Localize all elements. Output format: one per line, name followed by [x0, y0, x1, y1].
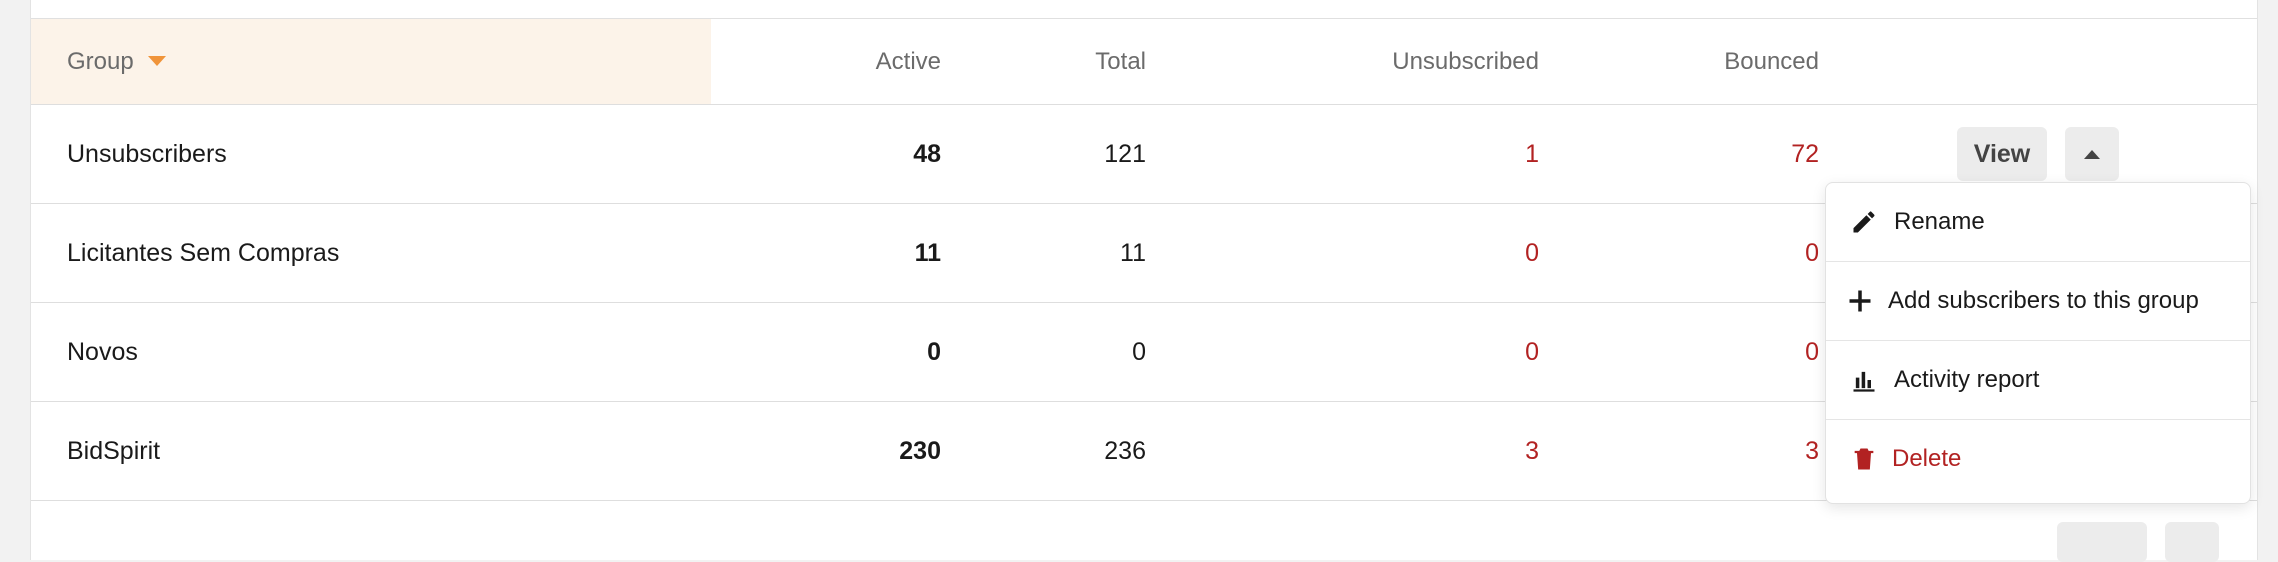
- active-count: 0: [927, 338, 941, 366]
- menu-item-label: Activity report: [1894, 366, 2040, 393]
- group-actions-menu: Rename Add subscribers to this group Act…: [1825, 182, 2251, 504]
- group-name[interactable]: Novos: [67, 303, 138, 401]
- group-name[interactable]: BidSpirit: [67, 402, 160, 500]
- unsubscribed-header[interactable]: Unsubscribed: [1146, 19, 1539, 104]
- menu-item-label: Rename: [1894, 208, 1985, 235]
- menu-item-rename[interactable]: Rename: [1826, 183, 2250, 262]
- sort-desc-icon[interactable]: [147, 55, 166, 66]
- menu-item-label: Delete: [1892, 445, 1962, 472]
- bounced-count: 3: [1805, 437, 1819, 465]
- plus-icon: [1849, 290, 1871, 312]
- total-header[interactable]: Total: [941, 19, 1146, 104]
- groups-panel: Group Active Total Unsubscribed Bounced …: [30, 0, 2258, 562]
- actions-toggle-next-row[interactable]: [2165, 522, 2219, 562]
- group-header-cell[interactable]: Group: [67, 19, 166, 104]
- bounced-header[interactable]: Bounced: [1539, 19, 1819, 104]
- view-button[interactable]: View: [1957, 127, 2047, 181]
- caret-up-icon: [2084, 149, 2100, 159]
- active-count: 11: [914, 239, 941, 267]
- group-name[interactable]: Licitantes Sem Compras: [67, 204, 339, 302]
- bounced-count: 0: [1805, 239, 1819, 267]
- group-column-header[interactable]: Group: [31, 19, 711, 104]
- active-count: 48: [913, 140, 941, 168]
- total-count: 11: [1120, 239, 1146, 267]
- menu-item-add-subscribers[interactable]: Add subscribers to this group: [1826, 262, 2250, 341]
- table-header: Group Active Total Unsubscribed Bounced: [31, 19, 2257, 105]
- active-header[interactable]: Active: [711, 19, 941, 104]
- bounced-count: 0: [1805, 338, 1819, 366]
- active-count: 230: [899, 437, 941, 465]
- menu-item-label: Add subscribers to this group: [1888, 287, 2199, 314]
- unsubscribed-count: 3: [1525, 437, 1539, 465]
- menu-item-activity-report[interactable]: Activity report: [1826, 341, 2250, 420]
- view-button-next-row[interactable]: [2057, 522, 2147, 562]
- total-count: 236: [1104, 437, 1146, 465]
- unsubscribed-count: 0: [1525, 239, 1539, 267]
- group-name[interactable]: Unsubscribers: [67, 105, 227, 203]
- menu-item-delete[interactable]: Delete: [1826, 420, 2250, 498]
- group-header-label[interactable]: Group: [67, 48, 134, 75]
- actions-toggle-button[interactable]: [2065, 127, 2119, 181]
- trash-icon: [1854, 448, 1874, 470]
- total-count: 0: [1132, 338, 1146, 366]
- bar-chart-icon: [1853, 371, 1875, 392]
- pencil-icon: [1853, 211, 1875, 233]
- unsubscribed-count: 0: [1525, 338, 1539, 366]
